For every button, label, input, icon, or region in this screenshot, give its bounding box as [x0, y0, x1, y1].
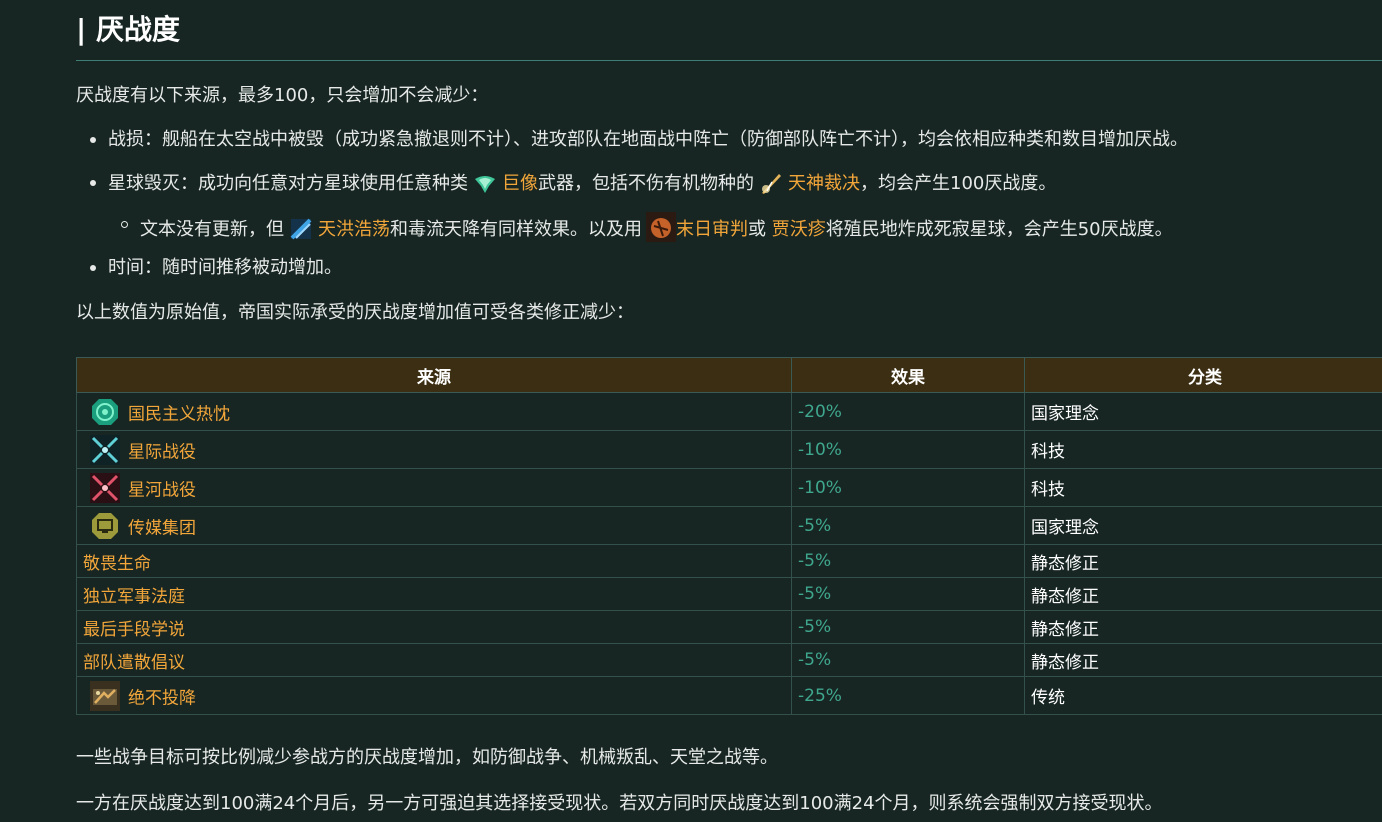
category-cell: 国家理念 — [1024, 506, 1382, 545]
category-cell: 国家理念 — [1024, 392, 1382, 431]
source-link[interactable]: 传媒集团 — [128, 518, 196, 538]
effect-cell: -5% — [791, 506, 1025, 545]
table-row: 星际战役 -10% 科技 — [76, 430, 1382, 469]
divine-enforcement-icon — [758, 170, 784, 196]
modifier-table: 来源 效果 分类 国民主义热忱 -20% 国家理念 星际战役 -10% 科技 星… — [76, 357, 1382, 715]
bullet-combat-losses: 战损：舰船在太空战中被毁（成功紧急撤退则不计）、进攻部队在地面战中阵亡（防御部队… — [90, 127, 1188, 153]
table-row: 独立军事法庭 -5% 静态修正 — [76, 577, 1382, 611]
source-link[interactable]: 独立军事法庭 — [83, 587, 185, 607]
bullet-planet-destruction: 星球毁灭：成功向任意对方星球使用任意种类 巨像武器，包括不伤有机物种的 天神裁决，均… — [89, 170, 1057, 197]
table-row: 部队遣散倡议 -5% 静态修正 — [76, 643, 1382, 677]
colossus-icon — [472, 170, 498, 196]
bullet-text: 或 — [748, 219, 766, 240]
deluge-icon — [288, 216, 314, 242]
source-cell: 星河战役 — [76, 468, 792, 507]
effect-cell: -5% — [791, 610, 1025, 644]
column-header-effect: 效果 — [791, 357, 1025, 393]
effect-cell: -10% — [791, 468, 1025, 507]
article: | 厌战度 厌战度有以下来源，最多100，只会增加不会减少： 战损：舰船在太空战… — [0, 0, 1382, 822]
jaws-link[interactable]: 贾沃疹 — [772, 219, 826, 240]
nationalist-zeal-icon — [90, 397, 120, 427]
column-header-source: 来源 — [76, 357, 792, 393]
source-cell: 最后手段学说 — [76, 610, 792, 644]
category-cell: 科技 — [1024, 430, 1382, 469]
subbullet-other-weapons: 文本没有更新，但 天洪浩荡和毒流天降有同样效果。以及用 末日审判或 贾沃疹将殖民地炸… — [121, 212, 1173, 243]
status-quo-paragraph: 一方在厌战度达到100满24个月后，另一方可强迫其选择接受现状。若双方同时厌战度… — [76, 793, 1163, 814]
divine-enforcement-link[interactable]: 天神裁决 — [788, 173, 860, 194]
doomsday-link[interactable]: 末日审判 — [676, 219, 748, 240]
source-link[interactable]: 国民主义热忱 — [128, 404, 230, 424]
category-cell: 静态修正 — [1024, 577, 1382, 611]
source-link[interactable]: 敬畏生命 — [83, 554, 151, 574]
effect-cell: -20% — [791, 392, 1025, 431]
table-row: 最后手段学说 -5% 静态修正 — [76, 610, 1382, 644]
column-header-category: 分类 — [1024, 357, 1382, 393]
bullet-text: 星球毁灭：成功向任意对方星球使用任意种类 — [108, 173, 468, 194]
source-cell: 部队遣散倡议 — [76, 643, 792, 677]
source-link[interactable]: 绝不投降 — [128, 688, 196, 708]
category-cell: 静态修正 — [1024, 643, 1382, 677]
media-conglomerates-icon — [90, 511, 120, 541]
bullet-time: 时间：随时间推移被动增加。 — [90, 255, 342, 281]
effect-cell: -25% — [791, 676, 1025, 715]
source-cell: 独立军事法庭 — [76, 577, 792, 611]
interstellar-campaigns-icon — [90, 434, 120, 465]
source-cell: 星际战役 — [76, 430, 792, 469]
category-cell: 静态修正 — [1024, 610, 1382, 644]
bullet-text: 和毒流天降有同样效果。以及用 — [390, 219, 642, 240]
bullet-text: 文本没有更新，但 — [140, 219, 284, 240]
world-cracker-icon — [646, 212, 676, 242]
source-cell: 国民主义热忱 — [76, 392, 792, 431]
modifier-intro: 以上数值为原始值，帝国实际承受的厌战度增加值可受各类修正减少： — [76, 302, 634, 323]
source-cell: 敬畏生命 — [76, 544, 792, 578]
table-row: 星河战役 -10% 科技 — [76, 468, 1382, 507]
wargoal-paragraph: 一些战争目标可按比例减少参战方的厌战度增加，如防御战争、机械叛乱、天堂之战等。 — [76, 747, 778, 768]
colossus-link[interactable]: 巨像 — [502, 173, 538, 194]
bullet-text: 将殖民地炸成死寂星球，会产生50厌战度。 — [825, 219, 1173, 240]
table-row: 绝不投降 -25% 传统 — [76, 676, 1382, 715]
table-row: 国民主义热忱 -20% 国家理念 — [76, 392, 1382, 431]
deluge-link[interactable]: 天洪浩荡 — [318, 219, 390, 240]
bullet-text: ，均会产生100厌战度。 — [860, 173, 1057, 194]
table-row: 传媒集团 -5% 国家理念 — [76, 506, 1382, 545]
no-surrender-icon — [90, 680, 120, 711]
source-cell: 绝不投降 — [76, 676, 792, 715]
effect-cell: -5% — [791, 544, 1025, 578]
source-cell: 传媒集团 — [76, 506, 792, 545]
source-link[interactable]: 星河战役 — [128, 480, 196, 500]
category-cell: 科技 — [1024, 468, 1382, 507]
category-cell: 静态修正 — [1024, 544, 1382, 578]
source-link[interactable]: 最后手段学说 — [83, 620, 185, 640]
galactic-campaigns-icon — [90, 472, 120, 503]
bullet-text: 武器，包括不伤有机物种的 — [538, 173, 754, 194]
source-link[interactable]: 部队遣散倡议 — [83, 653, 185, 673]
effect-cell: -10% — [791, 430, 1025, 469]
effect-cell: -5% — [791, 643, 1025, 677]
table-row: 敬畏生命 -5% 静态修正 — [76, 544, 1382, 578]
intro-paragraph: 厌战度有以下来源，最多100，只会增加不会减少： — [76, 85, 489, 106]
source-link[interactable]: 星际战役 — [128, 442, 196, 462]
category-cell: 传统 — [1024, 676, 1382, 715]
section-title: | 厌战度 — [76, 13, 180, 46]
title-divider — [76, 60, 1382, 61]
effect-cell: -5% — [791, 577, 1025, 611]
